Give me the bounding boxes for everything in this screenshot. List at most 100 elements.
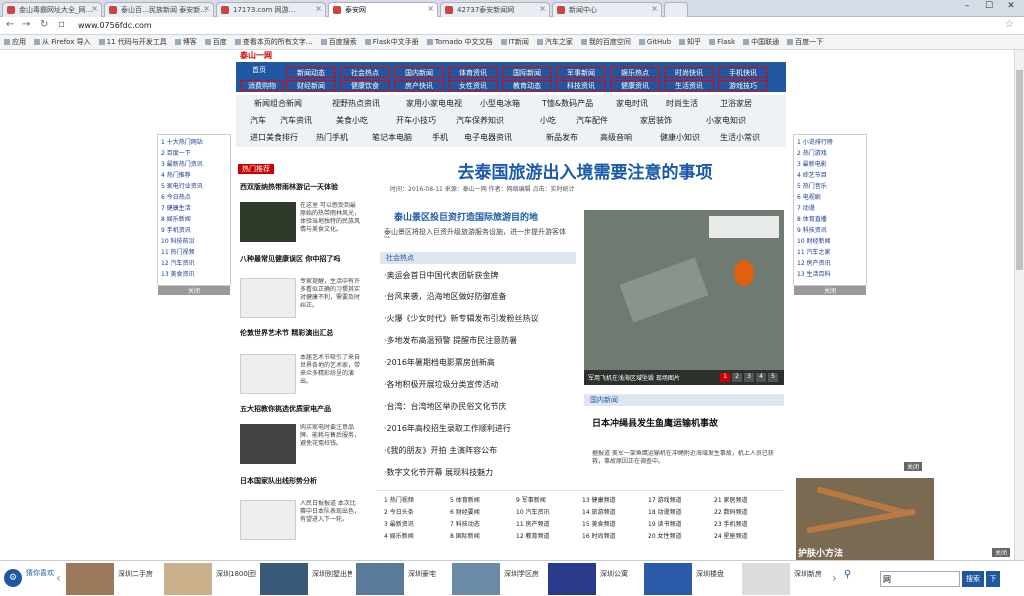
- nav-item[interactable]: 房产快讯: [394, 80, 444, 91]
- list-item[interactable]: 11 热门视频: [161, 247, 227, 256]
- close-icon[interactable]: ×: [91, 4, 98, 13]
- bookmark-item[interactable]: 博客: [175, 37, 197, 47]
- prev-arrow-icon[interactable]: ‹: [56, 571, 61, 585]
- grid-link[interactable]: 5 体育新闻: [450, 495, 512, 504]
- close-icon[interactable]: ×: [315, 4, 322, 13]
- bookmark-item[interactable]: 百度一下: [787, 37, 823, 47]
- browser-tab[interactable]: 新闻中心 ×: [552, 2, 662, 17]
- sub-link[interactable]: 卫浴家居: [720, 98, 776, 109]
- ad-item[interactable]: 深圳公寓: [548, 563, 646, 595]
- bookmark-item[interactable]: 我的百度空间: [581, 37, 631, 47]
- list-item[interactable]: ·各地积极开展垃圾分类宣传活动: [384, 379, 574, 390]
- bookmark-item[interactable]: IT新闻: [501, 37, 529, 47]
- sub-link[interactable]: 汽车资讯: [280, 115, 330, 126]
- grid-link[interactable]: 21 家居频道: [714, 495, 776, 504]
- list-item[interactable]: 3 最新电影: [797, 159, 863, 168]
- sub-link[interactable]: 小型电冰箱: [480, 98, 536, 109]
- ad-item[interactable]: 深圳1800团购: [164, 563, 262, 595]
- list-item[interactable]: 10 财经新闻: [797, 236, 863, 245]
- sub-link[interactable]: 时尚生活: [666, 98, 710, 109]
- list-item[interactable]: 7 动漫: [797, 203, 863, 212]
- list-item[interactable]: 6 电视剧: [797, 192, 863, 201]
- list-item[interactable]: 4 综艺节目: [797, 170, 863, 179]
- next-arrow-icon[interactable]: ›: [832, 571, 837, 585]
- grid-link[interactable]: 8 国际新闻: [450, 531, 512, 540]
- sub-link[interactable]: 进口美食排行: [250, 132, 312, 143]
- news-title[interactable]: 伦敦世界艺术节 精彩演出汇总: [240, 328, 360, 338]
- back-icon[interactable]: ←: [6, 19, 14, 30]
- star-icon[interactable]: ☆: [1005, 19, 1014, 30]
- nav-item[interactable]: 手机快讯: [718, 67, 768, 78]
- sub-link[interactable]: 家居装饰: [640, 115, 696, 126]
- grid-link[interactable]: 16 时尚频道: [582, 531, 644, 540]
- list-item[interactable]: ·数字文化节开幕 展现科技魅力: [384, 467, 574, 478]
- list-item[interactable]: ·火爆《少女时代》新专辑发布引发粉丝热议: [384, 313, 574, 324]
- grid-link[interactable]: 6 财经要闻: [450, 507, 512, 516]
- bookmark-item[interactable]: 从 Firefox 导入: [34, 37, 91, 47]
- pager-item[interactable]: 2: [732, 373, 742, 382]
- bookmark-item[interactable]: 中国联通: [743, 37, 779, 47]
- close-icon[interactable]: ×: [651, 4, 658, 13]
- grid-link[interactable]: 10 汽车资讯: [516, 507, 578, 516]
- close-icon[interactable]: ×: [427, 4, 434, 13]
- bookmark-item[interactable]: 查看本页的所有文字…: [235, 37, 313, 47]
- list-item[interactable]: 5 家电行业资讯: [161, 181, 227, 190]
- grid-link[interactable]: 11 房产频道: [516, 519, 578, 528]
- list-item[interactable]: 12 汽车资讯: [161, 258, 227, 267]
- browser-tab[interactable]: 17173.com 网游… ×: [216, 2, 326, 17]
- nav-home[interactable]: 首页: [238, 65, 280, 76]
- news-title[interactable]: 日本国家队出线形势分析: [240, 476, 360, 486]
- reload-icon[interactable]: ↻: [40, 19, 48, 30]
- list-item[interactable]: 2 热门游戏: [797, 148, 863, 157]
- news-thumbnail[interactable]: [240, 278, 296, 318]
- list-item[interactable]: 2 百度一下: [161, 148, 227, 157]
- nav-item[interactable]: 生活资讯: [664, 80, 714, 91]
- bookmark-item[interactable]: 11 代码与开发工具: [99, 37, 167, 47]
- ad-item[interactable]: 深圳新房: [742, 563, 832, 595]
- close-icon[interactable]: ×: [203, 4, 210, 13]
- grid-link[interactable]: 18 动漫频道: [648, 507, 710, 516]
- news-thumbnail[interactable]: [240, 500, 296, 540]
- news-thumbnail[interactable]: [240, 202, 296, 242]
- bookmark-item[interactable]: Flask中文手册: [365, 37, 419, 47]
- news-photo[interactable]: 军用飞机在浅海区域坠毁 现场图片 1 2 3 4 5: [584, 210, 784, 385]
- grid-link[interactable]: 2 今日头条: [384, 507, 446, 516]
- next-button[interactable]: 下: [986, 571, 1000, 587]
- list-item[interactable]: 9 手机资讯: [161, 225, 227, 234]
- grid-link[interactable]: 17 游戏频道: [648, 495, 710, 504]
- grid-link[interactable]: 20 女性频道: [648, 531, 710, 540]
- news-title[interactable]: 西双版纳热带雨林游记一天体验: [240, 182, 360, 192]
- nav-item[interactable]: 科技资讯: [556, 80, 606, 91]
- news-title[interactable]: 日本冲绳县发生鱼鹰运输机事故: [592, 416, 782, 429]
- grid-link[interactable]: 19 读书频道: [648, 519, 710, 528]
- list-item[interactable]: 12 房产资讯: [797, 258, 863, 267]
- sub-link[interactable]: 汽车配件: [576, 115, 632, 126]
- sub-link[interactable]: 美食小吃: [336, 115, 392, 126]
- list-item[interactable]: 13 美食资讯: [161, 269, 227, 278]
- grid-link[interactable]: 15 美食频道: [582, 519, 644, 528]
- nav-item[interactable]: 健康饮食: [340, 80, 390, 91]
- minimize-icon[interactable]: –: [956, 1, 978, 15]
- sub-link[interactable]: 热门手机: [316, 132, 368, 143]
- browser-tab-active[interactable]: 泰安网 ×: [328, 2, 438, 17]
- nav-item[interactable]: 娱乐热点: [610, 67, 660, 78]
- news-title[interactable]: 八种最常见健康误区 你中招了吗: [240, 254, 360, 264]
- pager-item[interactable]: 5: [768, 373, 778, 382]
- list-item[interactable]: 4 热门推荐: [161, 170, 227, 179]
- close-window-icon[interactable]: ✕: [1000, 1, 1022, 15]
- sub-link[interactable]: 汽车保养知识: [456, 115, 532, 126]
- url-field[interactable]: www.0756fdc.com: [78, 21, 152, 30]
- list-item[interactable]: ·2016年高校招生录取工作顺利进行: [384, 423, 574, 434]
- site-logo[interactable]: 泰山一网: [240, 50, 300, 60]
- bookmark-item[interactable]: Tornado 中文文档: [427, 37, 493, 47]
- browser-tab[interactable]: 金山毒霸网址大全_网… ×: [2, 2, 102, 17]
- pager-item[interactable]: 4: [756, 373, 766, 382]
- ad-item[interactable]: 深圳二手房: [66, 563, 164, 595]
- sub-link[interactable]: 高级音响: [600, 132, 656, 143]
- list-item[interactable]: 6 今日热点: [161, 192, 227, 201]
- page-title[interactable]: 去泰国旅游出入境需要注意的事项: [380, 158, 790, 183]
- sub-link[interactable]: 手机: [432, 132, 460, 143]
- close-button[interactable]: 关闭: [794, 286, 866, 295]
- ad-item[interactable]: 深圳别墅出售: [260, 563, 358, 595]
- sub-link[interactable]: T恤&数码产品: [542, 98, 608, 109]
